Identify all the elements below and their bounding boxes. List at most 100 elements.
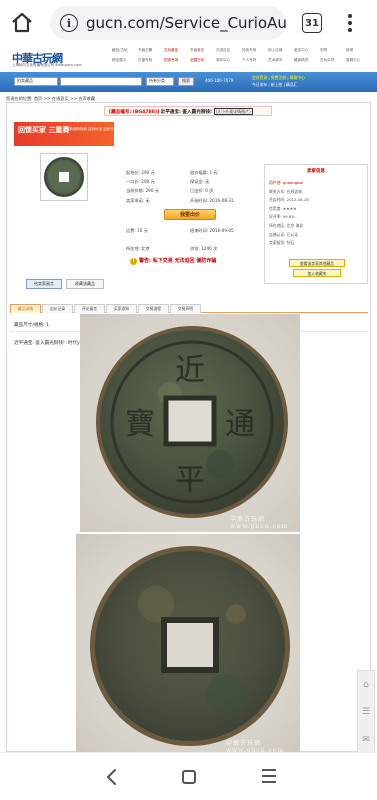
top-link[interactable]: 藏品/古玩 xyxy=(112,48,138,53)
coin-char-top: 近 xyxy=(175,353,205,388)
search-input[interactable] xyxy=(60,77,142,86)
search-button[interactable]: 搜索 xyxy=(178,77,194,86)
info-item: 起拍价: 290 元 xyxy=(126,170,155,175)
tab-item-details[interactable]: 藏品详情 xyxy=(10,304,41,313)
info-item: 一口价: 290 元 xyxy=(126,179,155,184)
photo-watermark: 中華古玩網 www.gucn.com xyxy=(230,516,289,530)
top-link[interactable]: 古玩鉴定 xyxy=(164,48,190,53)
seller-row[interactable]: 用户名: gudongbai xyxy=(269,179,309,188)
top-nav-links: 藏品/古玩 书画古籍 古玩鉴定 书画鉴定 交流社区 拍卖专场 网上店铺 鉴定中心… xyxy=(112,48,372,63)
message-seller-button[interactable]: 给卖家留言 xyxy=(26,279,62,289)
logo-subtitle: 上海纳尔文化传播有限公司 www.gucn.com xyxy=(12,63,82,67)
item-title: 近平通宝: 鉴入霸光铜钱! xyxy=(160,110,213,115)
back-icon[interactable] xyxy=(104,767,120,787)
item-title-strip: [藏品编号: (BG4788)] 近平通宝: 鉴入霸光铜钱! (大小外观详情图片… xyxy=(104,106,272,116)
coin-char-bottom: 平 xyxy=(175,463,205,498)
top-link[interactable]: 拍卖专场 xyxy=(164,58,190,63)
top-link[interactable]: 新闻 xyxy=(346,48,372,53)
home-float-icon[interactable]: ⌂ xyxy=(363,680,369,690)
tab-buyer-notice[interactable]: 买家须知 xyxy=(106,304,137,313)
fraud-warning: ! 警告: 私下交易 无法追回 谨防诈骗 xyxy=(130,257,216,265)
top-link[interactable]: 艺术超市 xyxy=(268,58,294,63)
home-nav-icon[interactable] xyxy=(182,770,196,784)
search-category-select[interactable]: 拍卖藏品 xyxy=(14,77,58,86)
top-link[interactable]: 鉴定中心 xyxy=(294,48,320,53)
photo-watermark: 中華古玩網 www.gucn.com xyxy=(226,740,285,752)
login-line[interactable]: 今日发布 | 新上拍 | 精品汇 xyxy=(252,81,305,88)
search-bar: 拍卖藏品 所有分类 搜索 400-100-7079 会员登录 | 免费注册 | … xyxy=(0,72,377,92)
info-item: 运费: 10 元 xyxy=(126,228,148,233)
info-item: 已出价: 0 次 xyxy=(190,188,214,193)
seller-row: 卖家级别: 钻石 xyxy=(269,240,295,246)
seller-row[interactable]: 联系方式: 在线咨询 xyxy=(269,188,309,197)
tab-bid-history[interactable]: 出价记录 xyxy=(42,304,73,313)
item-code-value: (BG4788)] xyxy=(132,110,160,115)
top-link[interactable]: 藏家精选 xyxy=(294,58,320,63)
url-text: gucn.com/Service_CurioAuc xyxy=(86,14,286,32)
seller-panel: 卖家信息 用户名: gudongbai 联系方式: 在线咨询 开店时间: 201… xyxy=(264,164,368,284)
tab-comments[interactable]: 评论留言 xyxy=(74,304,105,313)
recent-apps-icon[interactable] xyxy=(262,769,276,783)
info-item: 结束时间: 2016-09-05 xyxy=(190,228,234,233)
info-item: 加价幅度: 1 元 xyxy=(190,170,218,175)
top-link[interactable]: 精品展示 xyxy=(112,58,138,63)
tab-statement[interactable]: 交易声明 xyxy=(170,304,201,313)
seller-row: 店铺认证: 已认证 xyxy=(269,231,299,237)
top-link[interactable]: 商务中心 xyxy=(216,58,242,63)
floating-sidebar: ⌂ ☰ ✉ ▲ xyxy=(357,670,375,752)
info-item: 当前价格: 290 元 xyxy=(126,188,160,193)
coin-char-right: 通 xyxy=(225,407,255,442)
login-line[interactable]: 会员登录 | 免费注册 | 帮助中心 xyxy=(252,74,305,81)
add-favorite-shop-button[interactable]: 加入收藏夹 xyxy=(293,269,341,277)
share-icon[interactable]: ☰ xyxy=(362,707,370,717)
top-link[interactable]: 全国古玩 xyxy=(190,58,216,63)
search-scope-select[interactable]: 所有分类 xyxy=(146,77,174,86)
tab-process[interactable]: 交易流程 xyxy=(138,304,169,313)
seller-row: 信用度: ★★★★ xyxy=(269,205,297,211)
site-header: 中華古玩網 上海纳尔文化传播有限公司 www.gucn.com 藏品/古玩 书画… xyxy=(0,46,377,70)
coin-obverse-image: 近 通 平 寶 xyxy=(96,326,288,518)
item-code-label: [藏品编号: xyxy=(109,110,132,115)
info-item: 保证金: 无 xyxy=(190,179,210,184)
hotline-number: 400-100-7079 xyxy=(205,78,234,83)
favorite-item-button[interactable]: 收藏该藏品 xyxy=(66,279,104,289)
chat-icon[interactable]: ✉ xyxy=(362,735,370,745)
coin-photo-reverse[interactable]: 中華古玩網 www.gucn.com xyxy=(76,534,300,752)
top-link[interactable]: 网上店铺 xyxy=(268,48,294,53)
info-item: 浏览: 1240 次 xyxy=(190,246,218,251)
item-spec: 藏品尺寸/规格: 1 xyxy=(14,323,50,328)
browser-toolbar: i gucn.com/Service_CurioAuc 31 xyxy=(0,0,377,46)
promo-banner[interactable]: 回馈买家 三重奏 送新品购物券 送特价品 送积分 xyxy=(14,122,114,146)
coin-char-left: 寶 xyxy=(125,407,155,442)
web-page: 中華古玩網 上海纳尔文化传播有限公司 www.gucn.com 藏品/古玩 书画… xyxy=(0,46,377,752)
seller-other-items-button[interactable]: 查看该卖家其他藏品 xyxy=(289,259,345,267)
top-link[interactable]: 客服中心 xyxy=(346,58,372,63)
info-icon[interactable]: i xyxy=(60,14,78,32)
coin-photo-obverse[interactable]: 近 通 平 寶 中華古玩網 www.gucn.com xyxy=(80,314,300,532)
login-links: 会员登录 | 免费注册 | 帮助中心 今日发布 | 新上拍 | 精品汇 xyxy=(252,74,305,88)
top-link[interactable]: 书画古籍 xyxy=(138,48,164,53)
top-link[interactable]: 学院 xyxy=(320,48,346,53)
top-link[interactable]: 书画鉴定 xyxy=(190,48,216,53)
tab-switcher-button[interactable]: 31 xyxy=(302,13,322,33)
address-bar[interactable]: i gucn.com/Service_CurioAuc xyxy=(50,6,286,40)
item-note: (大小外观详情图片) xyxy=(213,108,253,115)
promo-title: 回馈买家 三重奏 xyxy=(18,126,70,134)
coin-thumb-image xyxy=(44,157,84,197)
item-thumbnail[interactable] xyxy=(40,153,88,201)
home-icon[interactable] xyxy=(10,11,34,35)
bid-button[interactable]: 我要出价 xyxy=(164,209,216,220)
promo-subtitle: 送新品购物券 送特价品 送积分 xyxy=(66,127,114,131)
overflow-menu-icon[interactable] xyxy=(344,12,356,34)
top-link[interactable]: 古玩杂项 xyxy=(320,58,346,63)
seller-row: 好评率: 99.8% xyxy=(269,214,295,220)
top-link[interactable]: 古董专柜 xyxy=(138,58,164,63)
info-item: 开始时间: 2016-08-31 xyxy=(190,198,234,203)
top-link[interactable]: 交流社区 xyxy=(216,48,242,53)
system-navigation-bar xyxy=(0,752,377,800)
warning-icon: ! xyxy=(130,258,137,265)
top-link[interactable]: 个人专场 xyxy=(242,58,268,63)
seller-row: 开店时间: 2012-06-28 xyxy=(269,197,309,203)
info-item: 所在地: 北京 xyxy=(126,246,150,251)
top-link[interactable]: 拍卖专场 xyxy=(242,48,268,53)
